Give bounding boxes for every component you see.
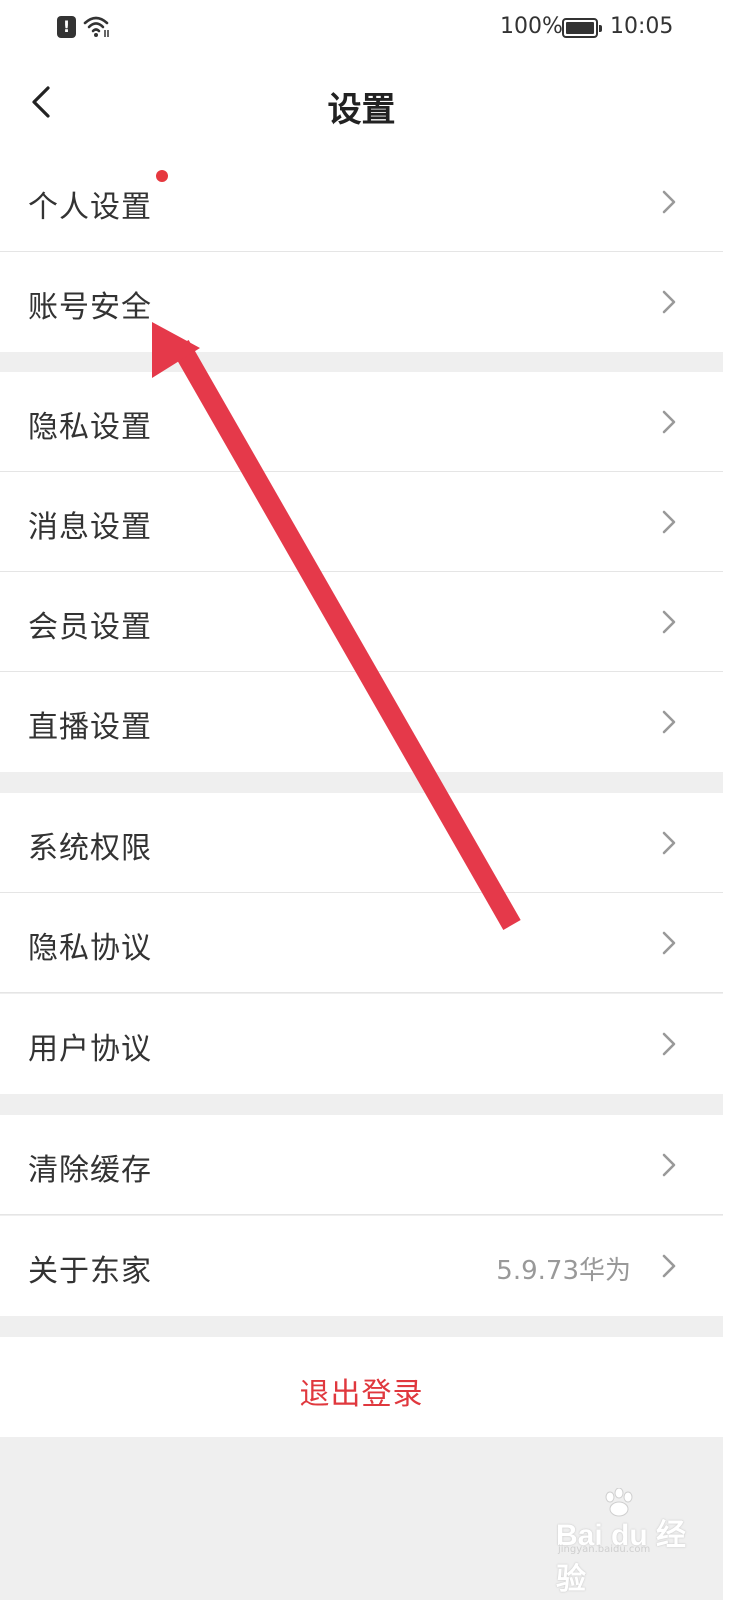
logout-label: 退出登录: [299, 1377, 424, 1412]
settings-item-about[interactable]: 关于东家 5.9.73华为: [0, 1216, 723, 1316]
chevron-right-icon: [662, 1032, 676, 1056]
settings-item-user-agreement[interactable]: 用户协议: [0, 994, 723, 1094]
item-label: 账号安全: [28, 290, 152, 325]
battery-percent: 100%: [500, 14, 563, 39]
settings-item-live[interactable]: 直播设置: [0, 672, 723, 772]
chevron-right-icon: [662, 831, 676, 855]
page-title: 设置: [327, 90, 396, 130]
wifi-icon: [83, 16, 109, 37]
settings-item-account-security[interactable]: 账号安全: [0, 252, 723, 352]
chevron-right-icon: [662, 290, 676, 314]
item-label: 个人设置: [28, 190, 152, 225]
settings-item-messages[interactable]: 消息设置: [0, 472, 723, 572]
settings-item-clear-cache[interactable]: 清除缓存: [0, 1115, 723, 1215]
settings-item-privacy-agreement[interactable]: 隐私协议: [0, 893, 723, 993]
logout-button[interactable]: 退出登录: [0, 1337, 723, 1437]
settings-item-personal[interactable]: 个人设置: [0, 152, 723, 252]
version-value: 5.9.73华为: [496, 1256, 631, 1286]
settings-item-membership[interactable]: 会员设置: [0, 572, 723, 672]
item-label: 直播设置: [28, 710, 152, 745]
clock: 10:05: [610, 14, 674, 39]
chevron-right-icon: [662, 710, 676, 734]
item-label: 系统权限: [28, 831, 152, 866]
item-label: 隐私协议: [28, 931, 152, 966]
settings-screen: ! 100% 10:05 设置 个人设置 账号安全 隐私设置 消息设置 会员设置…: [0, 0, 723, 1600]
watermark-subtext: jingyan.baidu.com: [558, 1544, 651, 1555]
right-edge: [723, 0, 738, 1600]
status-bar: ! 100% 10:05: [0, 0, 723, 56]
battery-icon: [562, 18, 602, 38]
settings-item-privacy[interactable]: 隐私设置: [0, 372, 723, 472]
item-label: 关于东家: [28, 1254, 152, 1289]
chevron-right-icon: [662, 410, 676, 434]
item-label: 隐私设置: [28, 410, 152, 445]
chevron-right-icon: [662, 1254, 676, 1278]
settings-item-system-permissions[interactable]: 系统权限: [0, 793, 723, 893]
item-label: 会员设置: [28, 610, 152, 645]
chevron-right-icon: [662, 931, 676, 955]
chevron-right-icon: [662, 510, 676, 534]
chevron-right-icon: [662, 1153, 676, 1177]
notification-dot: [156, 170, 168, 182]
chevron-right-icon: [662, 190, 676, 214]
chevron-right-icon: [662, 610, 676, 634]
item-label: 清除缓存: [28, 1153, 152, 1188]
item-label: 消息设置: [28, 510, 152, 545]
header: 设置: [0, 56, 723, 152]
alert-icon: !: [57, 16, 76, 38]
item-label: 用户协议: [28, 1032, 152, 1067]
baidu-jingyan-watermark: Bai du 经验 jingyan.baidu.com: [556, 1488, 706, 1596]
